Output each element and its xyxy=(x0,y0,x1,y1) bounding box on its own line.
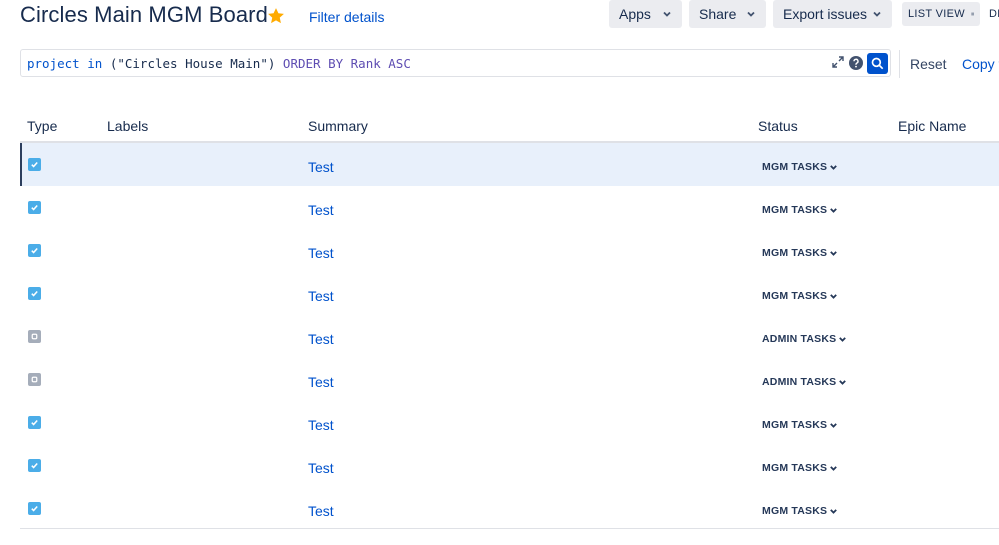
board-title: Circles Main MGM Board xyxy=(20,2,268,27)
detail-view-button[interactable]: DE xyxy=(986,2,999,26)
table-header: Type Labels Summary Status Epic Name xyxy=(20,108,999,143)
table-body: Test MGM TASKS Test MGM TASKS Test MGM TASKS T… xyxy=(20,143,999,530)
column-header-epic-name[interactable]: Epic Name xyxy=(898,118,966,134)
table-row[interactable]: Test MGM TASKS xyxy=(20,229,999,272)
export-label: Export issues xyxy=(783,6,868,22)
search-button[interactable] xyxy=(867,53,888,74)
status-label: ADMIN TASKS xyxy=(762,333,837,345)
table-row[interactable]: Test MGM TASKS xyxy=(20,487,999,530)
status-label: MGM TASKS xyxy=(762,462,828,474)
status-dropdown[interactable]: MGM TASKS xyxy=(760,203,840,217)
task-icon xyxy=(28,158,41,171)
chevron-down-icon xyxy=(747,11,755,17)
issue-summary-link[interactable]: Test xyxy=(308,288,334,304)
table-row[interactable]: Test ADMIN TASKS xyxy=(20,358,999,401)
chevron-down-icon xyxy=(830,422,838,428)
list-view-label: LIST VIEW xyxy=(908,8,965,20)
chevron-down-icon xyxy=(830,465,838,471)
column-header-summary[interactable]: Summary xyxy=(308,118,368,134)
issue-summary-link[interactable]: Test xyxy=(308,417,334,433)
export-issues-button[interactable]: Export issues xyxy=(773,0,892,28)
copy-button[interactable]: Copy f xyxy=(962,56,999,72)
table-row[interactable]: Test MGM TASKS xyxy=(20,272,999,315)
subtask-icon xyxy=(28,330,41,343)
table-row[interactable]: Test ADMIN TASKS xyxy=(20,315,999,358)
status-dropdown[interactable]: MGM TASKS xyxy=(760,160,840,174)
table-row[interactable]: Test MGM TASKS xyxy=(20,401,999,444)
status-dropdown[interactable]: ADMIN TASKS xyxy=(760,332,849,346)
apps-label: Apps xyxy=(619,6,651,22)
chevron-down-icon xyxy=(830,508,838,514)
help-icon[interactable] xyxy=(849,56,863,70)
task-icon xyxy=(28,244,41,257)
column-header-status[interactable]: Status xyxy=(758,118,798,134)
jql-order-clause: ORDER BY Rank ASC xyxy=(282,55,411,71)
status-dropdown[interactable]: MGM TASKS xyxy=(760,461,840,475)
jql-value: ("Circles House Main") xyxy=(109,55,276,71)
share-label: Share xyxy=(699,6,737,22)
chevron-down-icon xyxy=(839,379,847,385)
issue-summary-link[interactable]: Test xyxy=(308,503,334,519)
list-view-button[interactable]: LIST VIEW xyxy=(902,2,980,26)
table-bottom-border xyxy=(20,528,999,529)
status-label: ADMIN TASKS xyxy=(762,376,837,388)
task-icon xyxy=(28,459,41,472)
issue-summary-link[interactable]: Test xyxy=(308,460,334,476)
column-header-labels[interactable]: Labels xyxy=(107,118,148,134)
chevron-down-icon xyxy=(839,336,847,342)
reset-button[interactable]: Reset xyxy=(910,56,947,72)
chevron-down-icon xyxy=(873,11,881,17)
status-label: MGM TASKS xyxy=(762,290,828,302)
task-icon xyxy=(28,416,41,429)
filter-details-link[interactable]: Filter details xyxy=(309,9,384,25)
chevron-down-icon xyxy=(830,293,838,299)
task-icon xyxy=(28,287,41,300)
status-dropdown[interactable]: MGM TASKS xyxy=(760,289,840,303)
subtask-icon xyxy=(28,373,41,386)
issues-table: Type Labels Summary Status Epic Name Tes… xyxy=(20,108,999,530)
chevron-down-icon xyxy=(830,207,838,213)
status-dropdown[interactable]: MGM TASKS xyxy=(760,246,840,260)
jql-query-input[interactable]: project in ("Circles House Main") ORDER … xyxy=(20,49,891,77)
chevron-down-icon xyxy=(830,250,838,256)
status-dropdown[interactable]: MGM TASKS xyxy=(760,418,840,432)
table-row[interactable]: Test MGM TASKS xyxy=(20,143,999,186)
table-row[interactable]: Test MGM TASKS xyxy=(20,444,999,487)
chevron-down-icon xyxy=(663,11,671,17)
chevron-down-icon xyxy=(830,164,838,170)
issue-summary-link[interactable]: Test xyxy=(308,374,334,390)
issue-summary-link[interactable]: Test xyxy=(308,159,334,175)
status-dropdown[interactable]: ADMIN TASKS xyxy=(760,375,849,389)
table-row[interactable]: Test MGM TASKS xyxy=(20,186,999,229)
status-label: MGM TASKS xyxy=(762,204,828,216)
share-button[interactable]: Share xyxy=(689,0,766,28)
list-icon xyxy=(970,12,974,16)
detail-view-label: DE xyxy=(989,8,999,20)
issue-summary-link[interactable]: Test xyxy=(308,245,334,261)
status-dropdown[interactable]: MGM TASKS xyxy=(760,504,840,518)
divider xyxy=(899,50,900,78)
status-label: MGM TASKS xyxy=(762,505,828,517)
star-icon[interactable] xyxy=(266,6,286,26)
status-label: MGM TASKS xyxy=(762,419,828,431)
column-header-type[interactable]: Type xyxy=(27,118,57,134)
status-label: MGM TASKS xyxy=(762,247,828,259)
expand-icon[interactable] xyxy=(832,56,844,68)
jql-field: project xyxy=(27,55,80,71)
task-icon xyxy=(28,201,41,214)
issue-summary-link[interactable]: Test xyxy=(308,331,334,347)
jql-operator: in xyxy=(87,55,103,71)
task-icon xyxy=(28,502,41,515)
apps-button[interactable]: Apps xyxy=(609,0,682,28)
search-icon xyxy=(871,57,884,70)
issue-summary-link[interactable]: Test xyxy=(308,202,334,218)
status-label: MGM TASKS xyxy=(762,161,828,173)
